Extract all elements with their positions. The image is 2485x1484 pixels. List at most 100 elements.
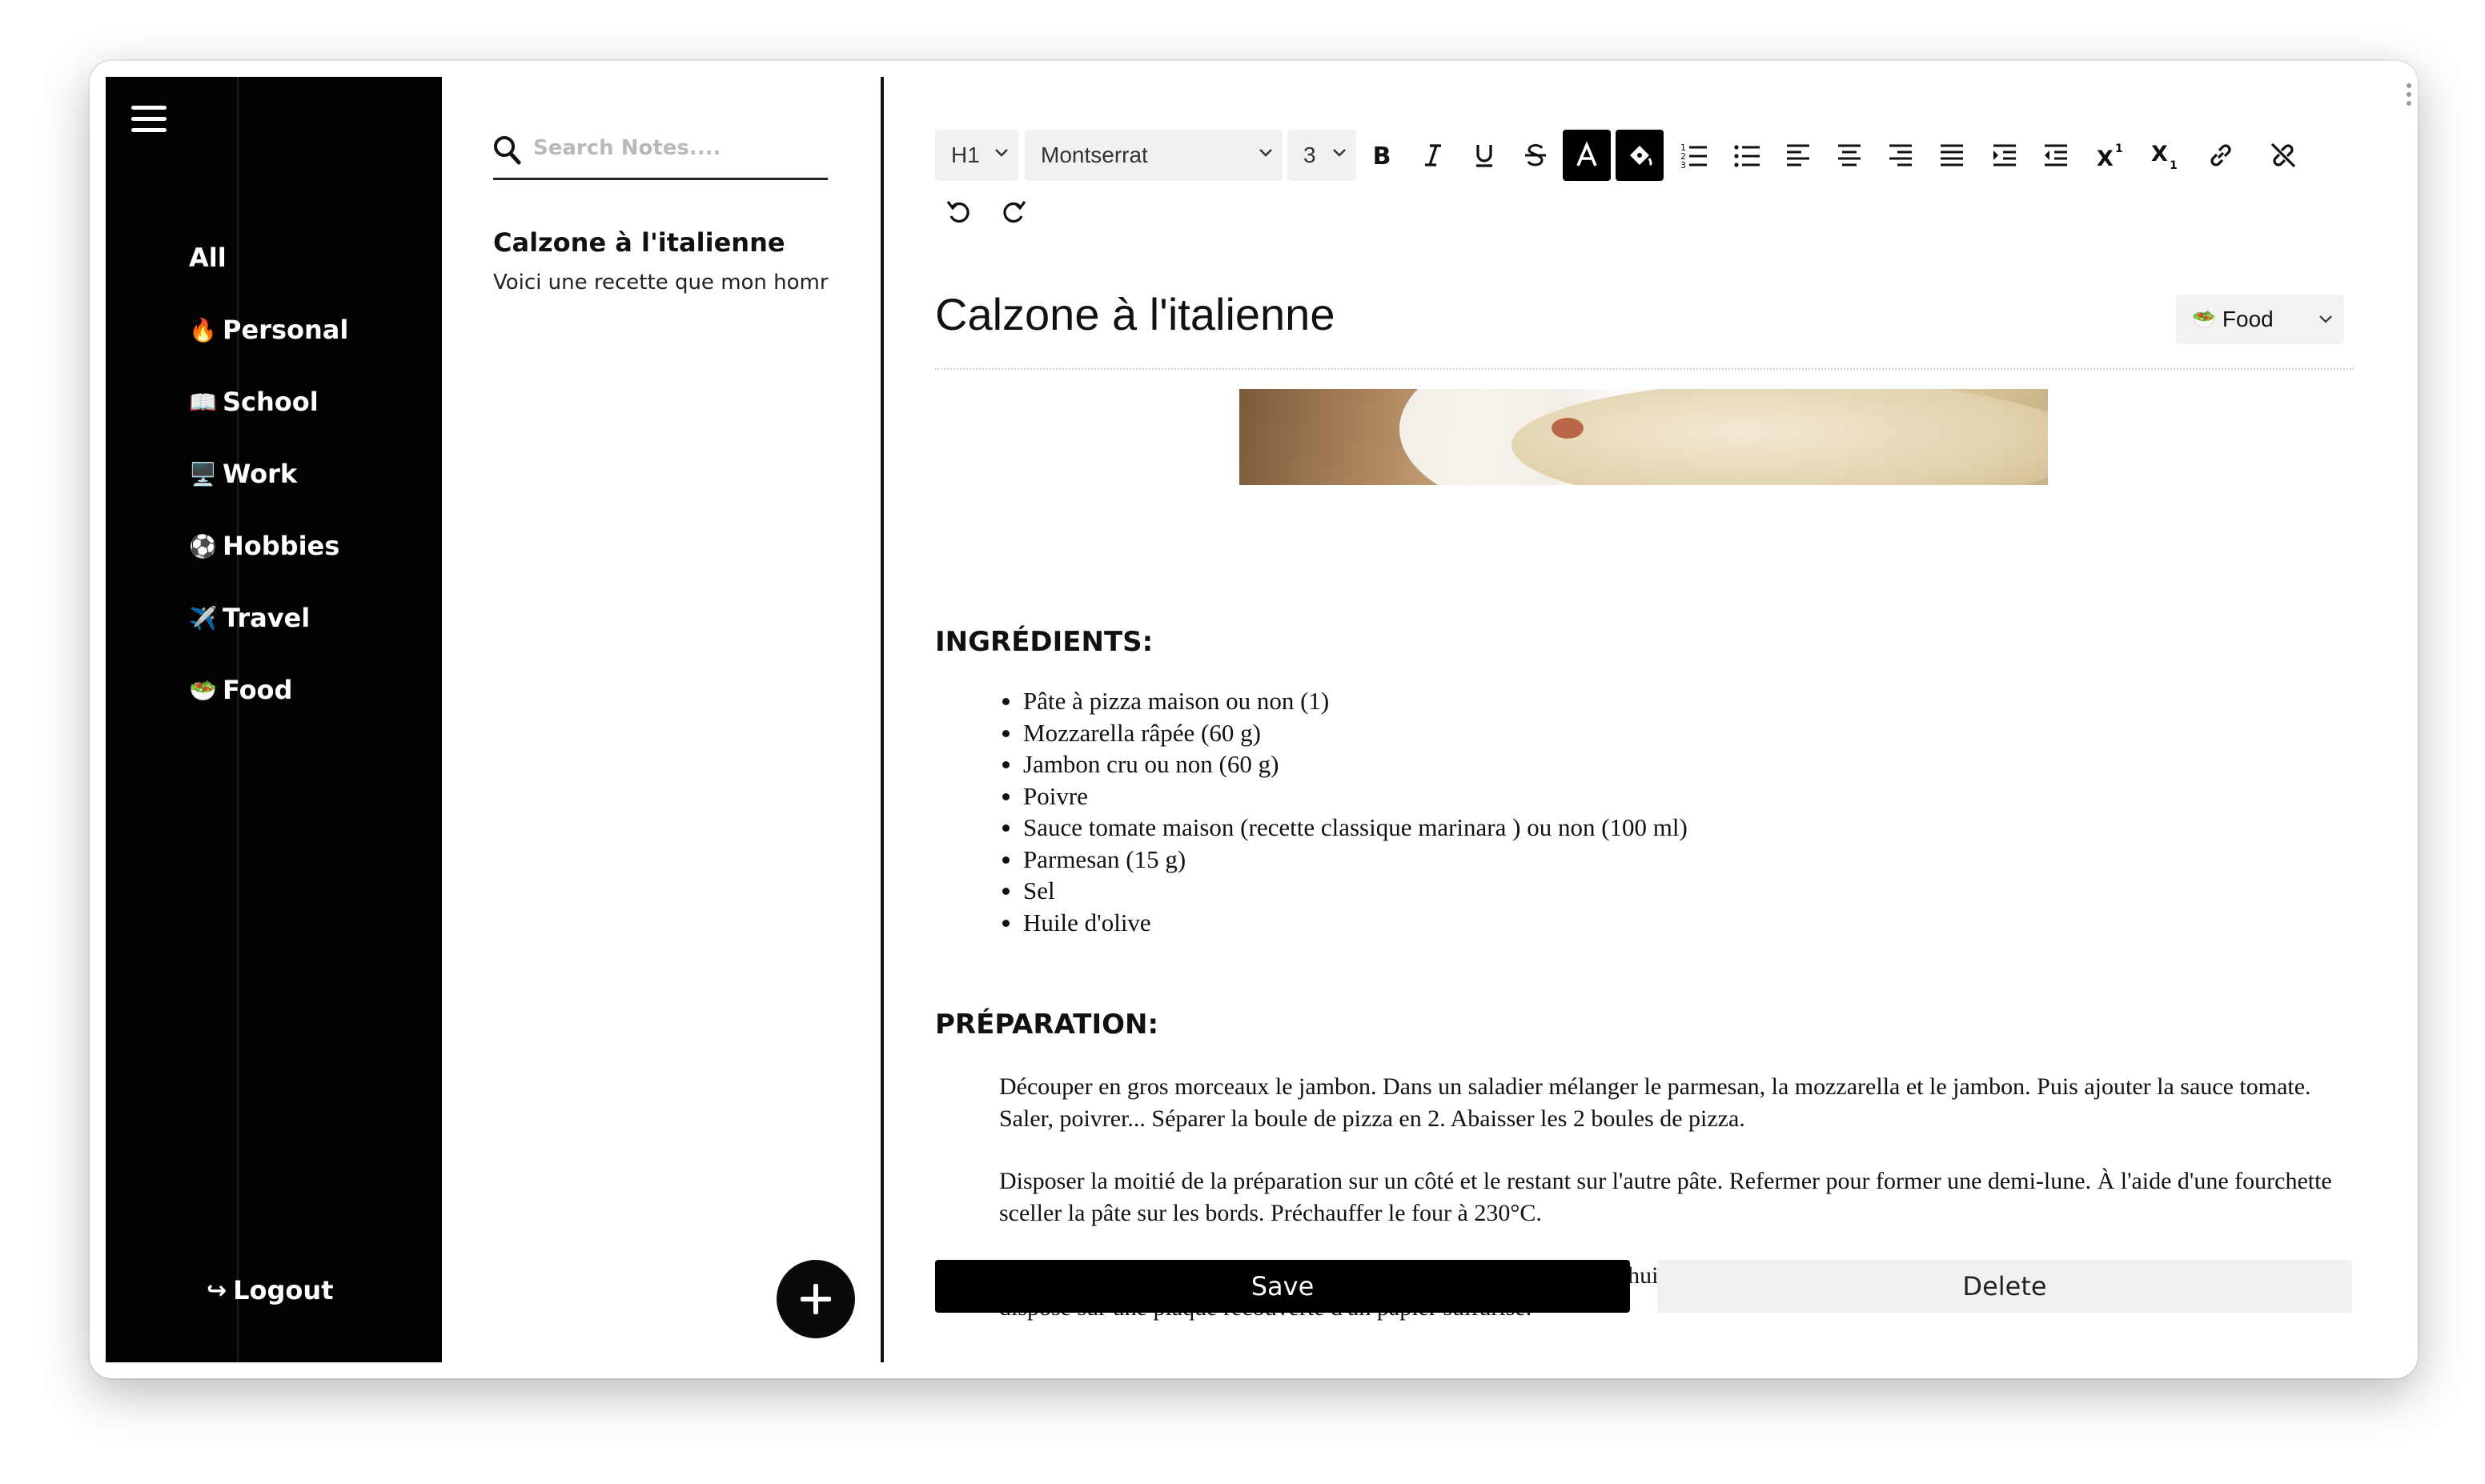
underline-icon (1476, 145, 1492, 167)
chevron-down-icon (1333, 149, 1346, 157)
align-center-icon (1838, 144, 1861, 166)
undo-button[interactable] (935, 186, 983, 237)
underline-button[interactable] (1460, 130, 1508, 181)
paint-bucket-icon (1630, 146, 1652, 166)
save-button[interactable]: Save (935, 1260, 1630, 1313)
align-right-button[interactable] (1877, 130, 1925, 181)
app-window: All 🔥 Personal 📖 School 🖥️ Work ⚽ Hobbie… (90, 61, 2418, 1378)
notes-list-panel: Calzone à l'italienne Voici une recette … (442, 77, 884, 1362)
undo-icon (946, 201, 970, 223)
fire-icon: 🔥 (189, 316, 217, 343)
note-list-item-preview: Voici une recette que mon homr (493, 271, 829, 295)
align-left-icon (1787, 144, 1809, 166)
chevron-down-icon (1259, 149, 1272, 157)
list-item: Pâte à pizza maison ou non (1) (999, 685, 1688, 717)
list-item: Mozzarella râpée (60 g) (999, 717, 1688, 749)
search-input[interactable] (532, 131, 823, 165)
strikethrough-button[interactable] (1511, 130, 1560, 181)
logout-label: Logout (233, 1275, 334, 1306)
sidebar-item-work[interactable]: 🖥️ Work (189, 451, 297, 496)
list-item: Jambon cru ou non (60 g) (999, 748, 1688, 780)
superscript-button[interactable]: X1 (2086, 130, 2134, 181)
hamburger-icon[interactable] (131, 106, 167, 138)
sidebar-item-label: Travel (223, 603, 311, 633)
strikethrough-icon (1525, 144, 1546, 166)
sidebar-item-all[interactable]: All (189, 235, 227, 280)
title-divider (935, 368, 2354, 370)
subscript-button[interactable]: X1 (2141, 130, 2189, 181)
note-list-item-title: Calzone à l'italienne (493, 227, 785, 258)
preparation-heading: PRÉPARATION: (935, 1009, 1159, 1041)
align-center-button[interactable] (1825, 130, 1873, 181)
font-size-select-value: 3 (1303, 142, 1316, 167)
redo-button[interactable] (990, 186, 1038, 237)
bullet-list-icon (1734, 145, 1760, 167)
sidebar: All 🔥 Personal 📖 School 🖥️ Work ⚽ Hobbie… (106, 77, 442, 1362)
font-size-select[interactable]: 3 (1287, 130, 1356, 181)
font-color-button[interactable] (1563, 130, 1611, 181)
logout-button[interactable]: ↪ Logout (207, 1268, 333, 1313)
sidebar-item-personal[interactable]: 🔥 Personal (189, 307, 348, 352)
unlink-icon (2270, 142, 2296, 168)
outdent-icon (2045, 144, 2067, 166)
svg-text:X: X (2097, 146, 2114, 171)
link-icon (2210, 144, 2231, 166)
justify-icon (1941, 144, 1963, 166)
soccer-ball-icon: ⚽ (189, 532, 217, 560)
note-list-item[interactable]: Calzone à l'italienne Voici une recette … (493, 227, 829, 295)
chevron-down-icon (995, 149, 1008, 157)
search-bar (493, 125, 828, 180)
salad-icon: 🥗 (189, 676, 217, 704)
sidebar-item-school[interactable]: 📖 School (189, 379, 319, 424)
book-icon: 📖 (189, 388, 217, 415)
list-item: Parmesan (15 g) (999, 844, 1688, 876)
svg-text:X: X (2151, 142, 2168, 166)
unlink-button[interactable] (2259, 130, 2307, 181)
preparation-step: Découper en gros morceaux le jambon. Dan… (999, 1073, 2311, 1132)
sidebar-divider-line (237, 77, 239, 1362)
sidebar-item-food[interactable]: 🥗 Food (189, 668, 292, 712)
font-select[interactable]: Montserrat (1025, 130, 1283, 181)
superscript-icon: X1 (2097, 142, 2123, 171)
notes-app: All 🔥 Personal 📖 School 🖥️ Work ⚽ Hobbie… (106, 77, 2402, 1362)
align-left-button[interactable] (1774, 130, 1822, 181)
italic-button[interactable] (1409, 130, 1457, 181)
airplane-icon: ✈️ (189, 604, 217, 632)
sidebar-item-label: Work (223, 459, 298, 489)
window-grip[interactable] (2407, 83, 2413, 110)
heading-select-value: H1 (951, 142, 980, 167)
outdent-button[interactable] (2032, 130, 2080, 181)
logout-icon: ↪ (207, 1276, 227, 1305)
font-color-icon (1576, 141, 1597, 166)
sidebar-item-hobbies[interactable]: ⚽ Hobbies (189, 523, 339, 568)
note-editor: H1 Montserrat 3 B 1 2 3 X 1 X 1 Calzone … (884, 77, 2402, 1362)
heading-select[interactable]: H1 (935, 130, 1018, 181)
link-button[interactable] (2197, 130, 2245, 181)
note-title[interactable]: Calzone à l'italienne (935, 288, 1335, 340)
bold-icon: B (1373, 142, 1391, 170)
ordered-list-icon: 123 (1680, 142, 1707, 170)
list-item: Poivre (999, 780, 1688, 812)
justify-button[interactable] (1928, 130, 1976, 181)
note-body[interactable]: INGRÉDIENTS: Pâte à pizza maison ou non … (935, 389, 2354, 1322)
category-select[interactable]: 🥗 Food (2176, 295, 2344, 344)
add-note-button[interactable] (777, 1260, 855, 1338)
sidebar-item-travel[interactable]: ✈️ Travel (189, 596, 310, 640)
svg-text:1: 1 (2170, 159, 2178, 171)
align-right-icon (1889, 144, 1912, 166)
salad-icon: 🥗 (2192, 308, 2216, 331)
list-item: Sauce tomate maison (recette classique m… (999, 812, 1688, 844)
svg-text:1: 1 (2115, 142, 2123, 155)
delete-button[interactable]: Delete (1657, 1260, 2352, 1313)
sidebar-item-label: Personal (223, 315, 349, 345)
svg-text:3: 3 (1680, 160, 1686, 170)
bold-button[interactable]: B (1358, 130, 1406, 181)
bullet-list-button[interactable] (1723, 130, 1771, 181)
subscript-icon: X1 (2151, 142, 2178, 171)
computer-icon: 🖥️ (189, 460, 217, 487)
calzone-photo (1239, 389, 2048, 485)
highlight-button[interactable] (1616, 130, 1664, 181)
chevron-down-icon (2319, 315, 2332, 323)
ordered-list-button[interactable]: 123 (1670, 130, 1718, 181)
indent-button[interactable] (1981, 130, 2029, 181)
